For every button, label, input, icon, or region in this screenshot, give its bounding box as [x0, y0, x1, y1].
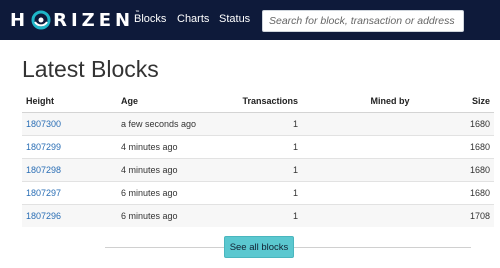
block-height-link[interactable]: 1807296 — [26, 211, 61, 221]
table-header-row: Height Age Transactions Mined by Size — [22, 90, 494, 113]
table-row: 1807298 4 minutes ago 1 1680 — [22, 157, 494, 181]
cell-size: 1708 — [422, 203, 494, 227]
cell-size: 1680 — [422, 111, 494, 135]
see-all-blocks-button[interactable]: See all blocks — [224, 236, 294, 258]
latest-blocks-table: Height Age Transactions Mined by Size 18… — [22, 90, 494, 227]
cell-transactions: 1 — [212, 180, 302, 204]
cell-height: 1807300 — [22, 111, 117, 135]
cell-mined-by — [302, 203, 422, 227]
logo-letters-rizen: RIZEN — [53, 9, 135, 31]
cell-mined-by — [302, 180, 422, 204]
cell-height: 1807297 — [22, 180, 117, 204]
cell-age: 6 minutes ago — [117, 203, 212, 227]
table-row: 1807300 a few seconds ago 1 1680 — [22, 111, 494, 135]
cell-mined-by — [302, 157, 422, 181]
horizen-logo[interactable]: H RIZEN ™ — [10, 8, 140, 32]
cell-age: a few seconds ago — [117, 111, 212, 135]
table-row: 1807297 6 minutes ago 1 1680 — [22, 180, 494, 204]
cell-height: 1807296 — [22, 203, 117, 227]
cell-mined-by — [302, 111, 422, 135]
top-navbar: H RIZEN ™ Blocks Charts Status — [0, 0, 500, 40]
header-height[interactable]: Height — [22, 90, 117, 113]
cell-age: 6 minutes ago — [117, 180, 212, 204]
table-row: 1807296 6 minutes ago 1 1708 — [22, 203, 494, 227]
nav-status-link[interactable]: Status — [219, 13, 250, 25]
cell-transactions: 1 — [212, 134, 302, 158]
cell-transactions: 1 — [212, 111, 302, 135]
cell-age: 4 minutes ago — [117, 157, 212, 181]
cell-size: 1680 — [422, 157, 494, 181]
block-height-link[interactable]: 1807300 — [26, 119, 61, 129]
cell-mined-by — [302, 134, 422, 158]
cell-size: 1680 — [422, 134, 494, 158]
nav-charts-link[interactable]: Charts — [177, 13, 209, 25]
cell-height: 1807298 — [22, 157, 117, 181]
header-transactions[interactable]: Transactions — [212, 90, 302, 113]
table-row: 1807299 4 minutes ago 1 1680 — [22, 134, 494, 158]
logo-letter-h: H — [10, 9, 30, 31]
cell-size: 1680 — [422, 180, 494, 204]
cell-height: 1807299 — [22, 134, 117, 158]
nav-blocks-link[interactable]: Blocks — [134, 13, 166, 25]
cell-age: 4 minutes ago — [117, 134, 212, 158]
header-size[interactable]: Size — [422, 90, 494, 113]
horizen-o-ring-icon — [31, 10, 51, 30]
block-height-link[interactable]: 1807299 — [26, 142, 61, 152]
page-title: Latest Blocks — [22, 56, 159, 82]
block-height-link[interactable]: 1807298 — [26, 165, 61, 175]
cell-transactions: 1 — [212, 157, 302, 181]
search-input[interactable] — [262, 10, 464, 32]
header-mined-by[interactable]: Mined by — [302, 90, 422, 113]
block-height-link[interactable]: 1807297 — [26, 188, 61, 198]
cell-transactions: 1 — [212, 203, 302, 227]
header-age[interactable]: Age — [117, 90, 212, 113]
